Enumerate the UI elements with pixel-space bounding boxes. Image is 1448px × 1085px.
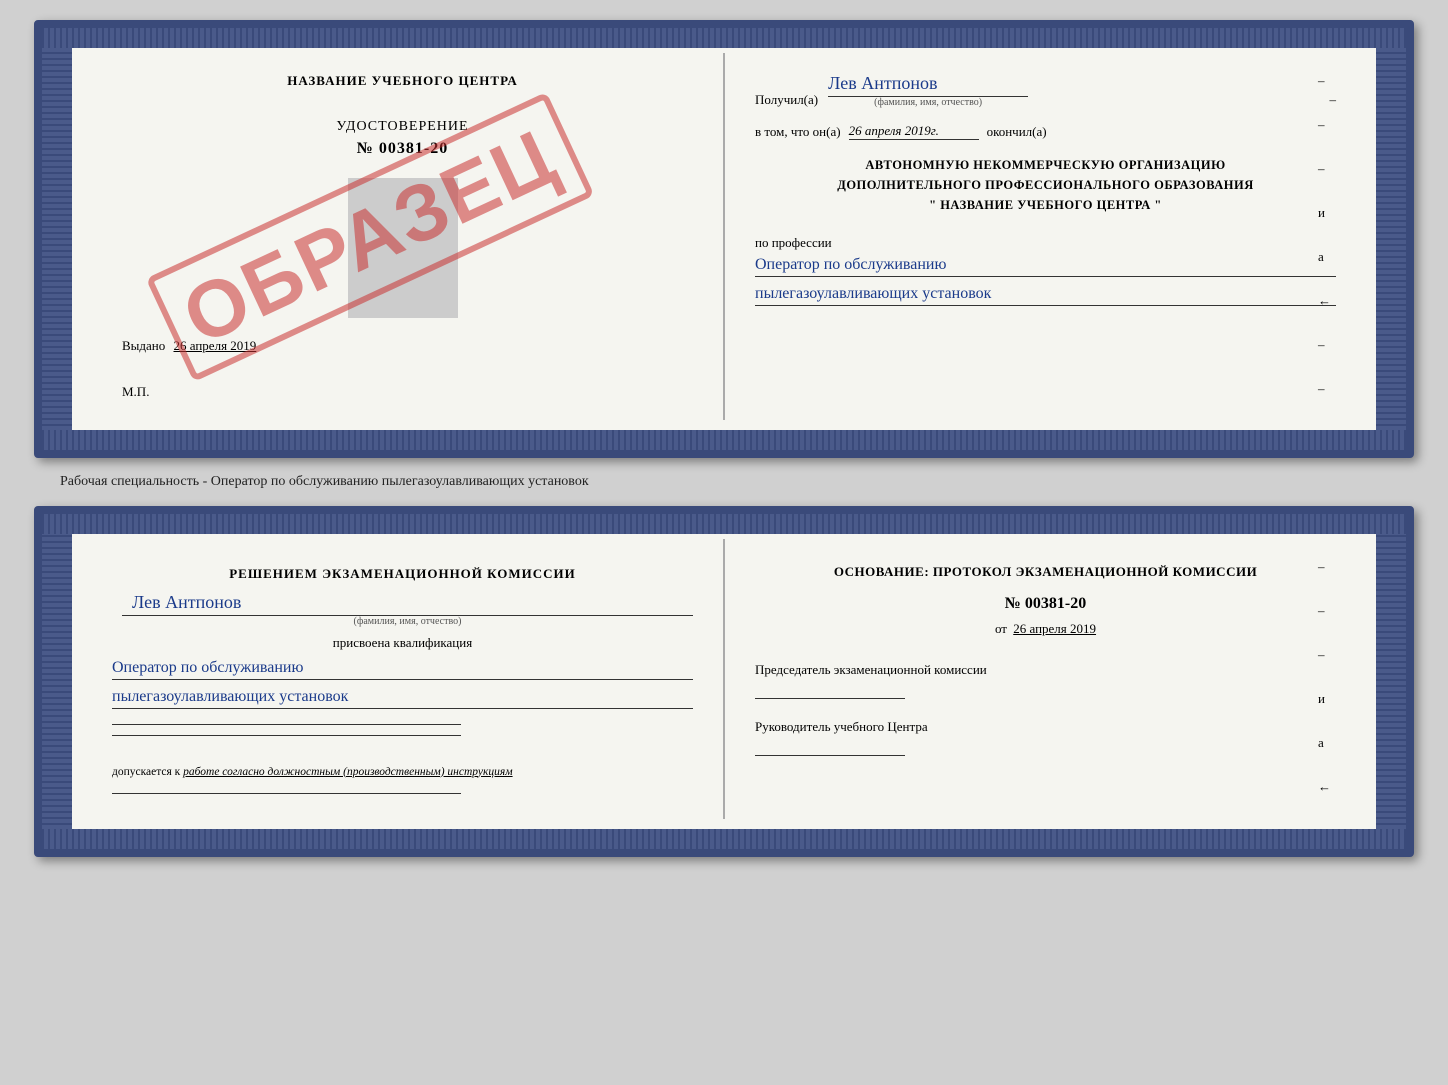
spine-bottom xyxy=(42,430,1406,450)
profession-name2: пылегазоулавливающих установок xyxy=(755,285,1336,306)
left-page-top: НАЗВАНИЕ УЧЕБНОГО ЦЕНТРА ОБРАЗЕЦ УДОСТОВ… xyxy=(82,53,725,420)
spine-left xyxy=(42,28,72,450)
po-professii-label: по профессии xyxy=(755,235,832,250)
spine-right xyxy=(1376,28,1406,450)
photo-placeholder xyxy=(348,178,458,318)
chairman-block: Председатель экзаменационной комиссии xyxy=(755,662,1336,699)
dopuskaetsya-label: допускается к xyxy=(112,766,180,778)
osnovaniye-label: Основание: протокол экзаменационной коми… xyxy=(755,564,1336,580)
spine-top-2 xyxy=(42,514,1406,534)
bottom-right-page: – – – и а ← – – – – – – Основание: прото… xyxy=(725,539,1366,819)
profession-name1: Оператор по обслуживанию xyxy=(755,256,1336,277)
udostoverenie-block: УДОСТОВЕРЕНИЕ № 00381-20 xyxy=(112,119,693,158)
vydano-date: 26 апреля 2019 xyxy=(174,338,257,353)
fio-label-top: (фамилия, имя, отчество) xyxy=(828,97,1028,108)
school-name-title: НАЗВАНИЕ УЧЕБНОГО ЦЕНТРА xyxy=(112,73,693,89)
bottom-left-page: Решением экзаменационной комиссии Лев Ан… xyxy=(82,539,725,819)
person-name-top: Лев Антпонов xyxy=(828,73,1028,97)
spine-right-2 xyxy=(1376,514,1406,849)
poluchil-label: Получил(а) xyxy=(755,92,818,108)
ot-label: от xyxy=(995,621,1007,636)
org-line2: ДОПОЛНИТЕЛЬНОГО ПРОФЕССИОНАЛЬНОГО ОБРАЗО… xyxy=(755,175,1336,195)
right-dashes-2: – – – и а ← – – – – – – xyxy=(1318,559,1331,857)
received-line: Получил(а) Лев Антпонов (фамилия, имя, о… xyxy=(755,73,1336,108)
between-label: Рабочая специальность - Оператор по обсл… xyxy=(20,474,589,490)
spine-left-2 xyxy=(42,514,72,849)
ot-date-block: от 26 апреля 2019 xyxy=(755,621,1336,637)
vydano-label: Выдано xyxy=(122,338,165,353)
okonchil-label: окончил(а) xyxy=(987,124,1047,140)
okonchil-date: 26 апреля 2019г. xyxy=(849,123,979,140)
spine-top xyxy=(42,28,1406,48)
protocol-number: № 00381-20 xyxy=(755,595,1336,613)
prisvoena-label: присвоена квалификация xyxy=(112,635,693,651)
person-name-bottom: Лев Антпонов xyxy=(122,592,693,616)
org-block: АВТОНОМНУЮ НЕКОММЕРЧЕСКУЮ ОРГАНИЗАЦИЮ ДО… xyxy=(755,155,1336,215)
qualification-name1: Оператор по обслуживанию xyxy=(112,659,693,680)
right-page-top: – – – и а ← – – – – – – Получил(а) Лев А… xyxy=(725,53,1366,420)
po-professii-block: по профессии Оператор по обслуживанию пы… xyxy=(755,235,1336,306)
org-line3: " НАЗВАНИЕ УЧЕБНОГО ЦЕНТРА " xyxy=(755,195,1336,215)
dopusk-text: работе согласно должностным (производств… xyxy=(183,766,512,778)
udostoverenie-number: № 00381-20 xyxy=(112,140,693,158)
document-top: НАЗВАНИЕ УЧЕБНОГО ЦЕНТРА ОБРАЗЕЦ УДОСТОВ… xyxy=(34,20,1414,458)
vydano-line: Выдано 26 апреля 2019 xyxy=(112,338,693,354)
right-dashes: – – – и а ← – – – – – – xyxy=(1318,73,1331,458)
qualification-name2: пылегазоулавливающих установок xyxy=(112,688,693,709)
chairman-signature-line xyxy=(755,698,905,699)
ot-date-value: 26 апреля 2019 xyxy=(1013,621,1096,636)
rukovoditel-signature-line xyxy=(755,755,905,756)
vtom-label: в том, что он(а) xyxy=(755,124,841,140)
org-line1: АВТОНОМНУЮ НЕКОММЕРЧЕСКУЮ ОРГАНИЗАЦИЮ xyxy=(755,155,1336,175)
mp-line: М.П. xyxy=(112,384,693,400)
udostoverenie-title: УДОСТОВЕРЕНИЕ xyxy=(112,119,693,135)
dopuskaetsya-block: допускается к работе согласно должностны… xyxy=(112,766,693,778)
document-bottom: Решением экзаменационной комиссии Лев Ан… xyxy=(34,506,1414,857)
chairman-label: Председатель экзаменационной комиссии xyxy=(755,662,1336,678)
fio-label-bottom: (фамилия, имя, отчество) xyxy=(122,616,693,627)
rukovoditel-block: Руководитель учебного Центра xyxy=(755,719,1336,756)
vtom-line: в том, что он(а) 26 апреля 2019г. окончи… xyxy=(755,123,1336,140)
spine-bottom-2 xyxy=(42,829,1406,849)
rukovoditel-label: Руководитель учебного Центра xyxy=(755,719,1336,735)
resheniem-text: Решением экзаменационной комиссии xyxy=(112,564,693,584)
